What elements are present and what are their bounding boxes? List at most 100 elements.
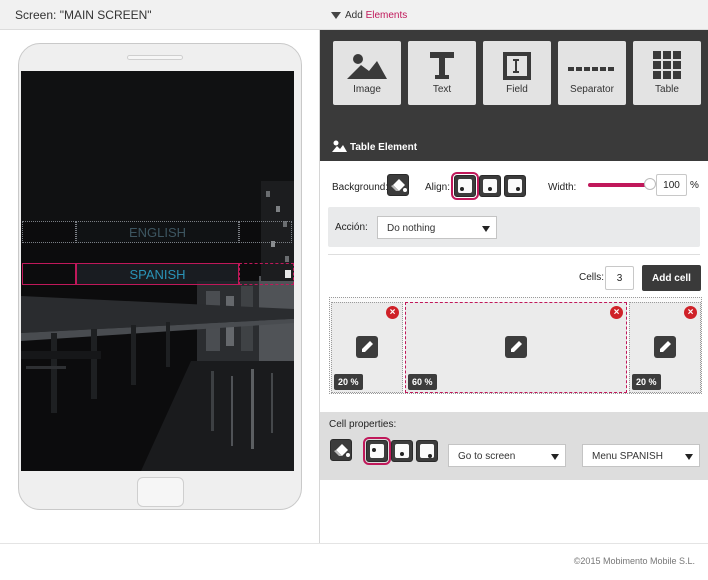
align-center-icon: [395, 444, 409, 458]
width-slider-track[interactable]: [588, 183, 648, 187]
editor-pane: Image Text Field Separator Table Table E…: [320, 30, 708, 543]
tool-field[interactable]: Field: [483, 41, 551, 105]
tool-image[interactable]: Image: [333, 41, 401, 105]
cell-action-select[interactable]: Go to screen: [448, 444, 566, 467]
pencil-icon: [660, 341, 671, 352]
cell-align-center-button[interactable]: [391, 440, 413, 462]
table-cell[interactable]: × 20 %: [331, 302, 403, 393]
align-right-icon: [508, 179, 522, 193]
cell-width-badge: 20 %: [632, 374, 661, 390]
english-left-cell: [22, 221, 76, 243]
phone-frame: ENGLISH SPANISH: [18, 43, 302, 510]
image-icon: [332, 140, 347, 152]
cell-screen-select[interactable]: Menu SPANISH: [582, 444, 700, 467]
delete-cell-icon[interactable]: ×: [684, 306, 697, 319]
tool-field-label: Field: [506, 84, 528, 95]
cells-label: Cells:: [579, 272, 605, 283]
resize-handle-icon[interactable]: [285, 270, 291, 278]
cell-align-left-button[interactable]: [363, 437, 391, 465]
delete-cell-icon[interactable]: ×: [610, 306, 623, 319]
divider: [328, 254, 700, 255]
cell-align-right-button[interactable]: [416, 440, 438, 462]
delete-cell-icon[interactable]: ×: [386, 306, 399, 319]
edit-cell-button[interactable]: [505, 336, 527, 358]
cell-screen-value: Menu SPANISH: [592, 451, 663, 462]
cell-width-badge: 20 %: [334, 374, 363, 390]
spanish-right-cell: [239, 263, 294, 285]
accion-label: Acción:: [335, 222, 368, 233]
phone-speaker: [127, 55, 183, 60]
align-right-icon: [420, 444, 434, 458]
paint-bucket-icon: [334, 444, 350, 457]
align-center-icon: [483, 179, 497, 193]
text-icon: [430, 52, 454, 79]
align-left-button[interactable]: [451, 172, 479, 200]
cell-width-badge: 60 %: [408, 374, 437, 390]
paint-bucket-icon: [391, 179, 407, 192]
table-element-title: Table Element: [350, 142, 418, 153]
table-element-header: Table Element: [320, 132, 708, 161]
accion-box: Acción: Do nothing: [328, 207, 700, 247]
elements-label: Elements: [365, 10, 408, 21]
align-label: Align:: [425, 182, 451, 193]
chevron-down-icon: [685, 454, 693, 460]
background-label: Background:: [332, 182, 389, 193]
align-right-button[interactable]: [504, 175, 526, 197]
english-right-cell: [239, 221, 292, 243]
table-icon: [653, 51, 681, 79]
spanish-label: SPANISH: [129, 267, 186, 282]
tool-text-label: Text: [432, 84, 452, 95]
width-unit: %: [690, 180, 699, 191]
tool-text[interactable]: Text: [408, 41, 476, 105]
add-cell-button[interactable]: Add cell: [642, 265, 701, 291]
separator-icon: [568, 67, 614, 71]
spanish-left-cell: [22, 263, 76, 285]
add-label: Add: [345, 10, 363, 21]
triangle-down-icon: [331, 12, 341, 19]
tool-table-label: Table: [655, 84, 679, 95]
pencil-icon: [362, 341, 373, 352]
chevron-down-icon: [551, 454, 559, 460]
cell-properties-panel: Cell properties: Go to screen Menu SPANI…: [320, 412, 708, 480]
menu-row-spanish[interactable]: SPANISH: [21, 263, 294, 285]
screen-title: Screen: "MAIN SCREEN": [15, 8, 152, 22]
pencil-icon: [511, 341, 522, 352]
tool-separator[interactable]: Separator: [558, 41, 626, 105]
tool-table[interactable]: Table: [633, 41, 701, 105]
align-left-icon: [458, 179, 472, 193]
width-slider-handle[interactable]: [644, 178, 656, 190]
background-color-button[interactable]: [387, 174, 409, 196]
cell-properties-title: Cell properties:: [329, 419, 397, 430]
chevron-down-icon: [482, 226, 490, 232]
table-cell-selected[interactable]: × 60 %: [405, 302, 627, 393]
english-main-cell: ENGLISH: [76, 221, 239, 243]
cell-action-value: Go to screen: [458, 451, 516, 462]
top-bar: Screen: "MAIN SCREEN" Add Elements: [0, 0, 708, 30]
table-cell[interactable]: × 20 %: [629, 302, 701, 393]
copyright: ©2015 Mobimento Mobile S.L.: [573, 556, 695, 566]
align-left-icon: [370, 444, 384, 458]
cells-count-input[interactable]: 3: [605, 266, 634, 290]
spanish-main-cell: SPANISH: [76, 263, 239, 285]
width-input[interactable]: 100: [656, 174, 687, 196]
image-icon: [347, 54, 387, 79]
tool-image-label: Image: [353, 84, 381, 95]
width-label: Width:: [548, 182, 577, 193]
element-toolbox: Image Text Field Separator Table: [320, 30, 708, 132]
phone-home-button: [137, 477, 184, 507]
align-center-button[interactable]: [479, 175, 501, 197]
field-icon: [503, 52, 531, 80]
cell-background-button[interactable]: [330, 439, 352, 461]
edit-cell-button[interactable]: [654, 336, 676, 358]
table-cells-editor: × 20 % × 60 % × 20 %: [329, 297, 702, 394]
accion-value: Do nothing: [387, 223, 436, 234]
menu-row-english[interactable]: ENGLISH: [21, 221, 294, 243]
accion-select[interactable]: Do nothing: [377, 216, 497, 239]
phone-screen: ENGLISH SPANISH: [21, 71, 294, 471]
preview-pane: ENGLISH SPANISH: [0, 30, 320, 543]
english-label: ENGLISH: [128, 225, 187, 240]
edit-cell-button[interactable]: [356, 336, 378, 358]
add-elements-toggle[interactable]: Add Elements: [331, 10, 407, 21]
footer-divider: [0, 543, 708, 544]
tool-separator-label: Separator: [570, 84, 614, 95]
